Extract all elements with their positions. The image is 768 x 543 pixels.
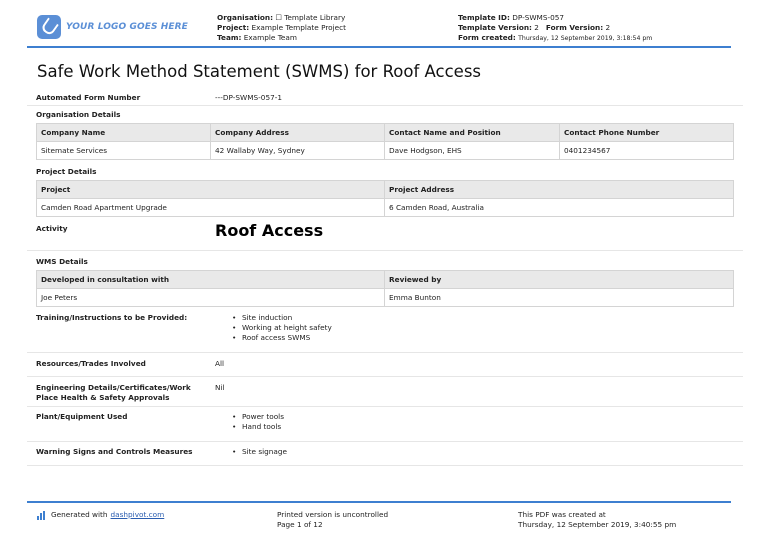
training-list: Site induction Working at height safety …	[232, 313, 332, 344]
generated-text: Generated with	[51, 510, 108, 519]
list-item: Hand tools	[232, 422, 284, 432]
template-version-label: Template Version:	[458, 23, 532, 32]
col-contact-name: Contact Name and Position	[384, 123, 560, 142]
table-header-row: Developed in consultation with Reviewed …	[36, 270, 734, 289]
list-item: Power tools	[232, 412, 284, 422]
organisation-label: Organisation:	[217, 13, 274, 22]
col-project: Project	[36, 180, 385, 199]
form-created-label: Form created:	[458, 33, 516, 42]
wms-details-table: Developed in consultation with Reviewed …	[36, 270, 734, 307]
warning-label: Warning Signs and Controls Measures	[36, 447, 193, 456]
training-label: Training/Instructions to be Provided:	[36, 313, 188, 322]
form-version-value: 2	[605, 23, 611, 32]
table-header-row: Company Name Company Address Contact Nam…	[36, 123, 734, 142]
team-value: Example Team	[243, 33, 297, 42]
printed-notice: Printed version is uncontrolled	[277, 510, 389, 519]
footer-print-info: Printed version is uncontrolled Page 1 o…	[277, 510, 388, 530]
table-header-row: Project Project Address	[36, 180, 734, 199]
form-created-value: Thursday, 12 September 2019, 3:18:54 pm	[518, 35, 653, 42]
logo-mark-icon	[37, 15, 61, 39]
template-version-value: 2	[534, 23, 539, 32]
developed-with-cell: Joe Peters	[36, 288, 385, 307]
reviewed-by-cell: Emma Bunton	[384, 288, 734, 307]
project-label: Project:	[217, 23, 250, 32]
footer-generated: Generated with dashpivot.com	[37, 510, 164, 520]
plant-label: Plant/Equipment Used	[36, 412, 128, 421]
col-reviewed-by: Reviewed by	[384, 270, 734, 289]
table-row: Joe Peters Emma Bunton	[36, 288, 734, 307]
divider	[27, 441, 743, 442]
engineering-label-line2: Place Health & Safety Approvals	[36, 393, 170, 402]
divider	[27, 406, 743, 407]
company-address-cell: 42 Wallaby Way, Sydney	[210, 141, 385, 160]
project-address-cell: 6 Camden Road, Australia	[384, 198, 734, 217]
project-value: Example Template Project	[251, 23, 347, 32]
list-item: Roof access SWMS	[232, 333, 332, 343]
company-name-cell: Sitemate Services	[36, 141, 211, 160]
organisation-value: ☐ Template Library	[275, 13, 346, 22]
header-org-info: Organisation: ☐ Template Library Project…	[217, 13, 346, 43]
col-project-address: Project Address	[384, 180, 734, 199]
header-template-info: Template ID: DP-SWMS-057 Template Versio…	[458, 13, 652, 44]
list-item: Working at height safety	[232, 323, 332, 333]
col-contact-phone: Contact Phone Number	[559, 123, 734, 142]
team-label: Team:	[217, 33, 242, 42]
page-number: Page 1 of 12	[277, 520, 323, 529]
dashpivot-link[interactable]: dashpivot.com	[111, 510, 165, 520]
project-details-heading: Project Details	[36, 167, 97, 176]
template-id-value: DP-SWMS-057	[512, 13, 565, 22]
created-timestamp: Thursday, 12 September 2019, 3:40:55 pm	[518, 520, 677, 529]
table-row: Camden Road Apartment Upgrade 6 Camden R…	[36, 198, 734, 217]
resources-label: Resources/Trades Involved	[36, 359, 146, 368]
col-developed-with: Developed in consultation with	[36, 270, 385, 289]
col-company-name: Company Name	[36, 123, 211, 142]
form-version-label: Form Version:	[545, 23, 604, 32]
list-item: Site signage	[232, 447, 287, 457]
divider	[27, 376, 743, 377]
divider	[27, 105, 743, 106]
footer-divider	[27, 501, 731, 503]
engineering-label-line1: Engineering Details/Certificates/Work	[36, 383, 191, 392]
list-item: Site induction	[232, 313, 332, 323]
form-number-label: Automated Form Number	[36, 93, 141, 102]
plant-list: Power tools Hand tools	[232, 412, 284, 433]
resources-value: All	[215, 359, 225, 368]
col-company-address: Company Address	[210, 123, 385, 142]
header-divider	[27, 46, 731, 48]
activity-value: Roof Access	[215, 221, 324, 240]
logo-text: YOUR LOGO GOES HERE	[66, 22, 188, 32]
contact-phone-cell: 0401234567	[559, 141, 734, 160]
project-cell: Camden Road Apartment Upgrade	[36, 198, 385, 217]
organisation-details-table: Company Name Company Address Contact Nam…	[36, 123, 734, 160]
divider	[27, 352, 743, 353]
page-title: Safe Work Method Statement (SWMS) for Ro…	[37, 62, 482, 81]
warning-list: Site signage	[232, 447, 287, 457]
company-logo: YOUR LOGO GOES HERE	[37, 13, 188, 41]
organisation-details-heading: Organisation Details	[36, 110, 121, 119]
footer-created-info: This PDF was created at Thursday, 12 Sep…	[518, 510, 676, 530]
bar-chart-icon	[37, 510, 46, 520]
engineering-label: Engineering Details/Certificates/Work Pl…	[36, 383, 191, 403]
activity-label: Activity	[36, 224, 68, 233]
page-header: YOUR LOGO GOES HERE Organisation: ☐ Temp…	[0, 0, 768, 50]
engineering-value: Nil	[215, 383, 225, 392]
form-number-value: ---DP-SWMS-057-1	[215, 93, 283, 102]
table-row: Sitemate Services 42 Wallaby Way, Sydney…	[36, 141, 734, 160]
created-label: This PDF was created at	[518, 510, 606, 519]
template-id-label: Template ID:	[458, 13, 510, 22]
divider	[27, 250, 743, 251]
contact-name-cell: Dave Hodgson, EHS	[384, 141, 560, 160]
divider	[27, 465, 743, 466]
project-details-table: Project Project Address Camden Road Apar…	[36, 180, 734, 217]
wms-details-heading: WMS Details	[36, 257, 88, 266]
